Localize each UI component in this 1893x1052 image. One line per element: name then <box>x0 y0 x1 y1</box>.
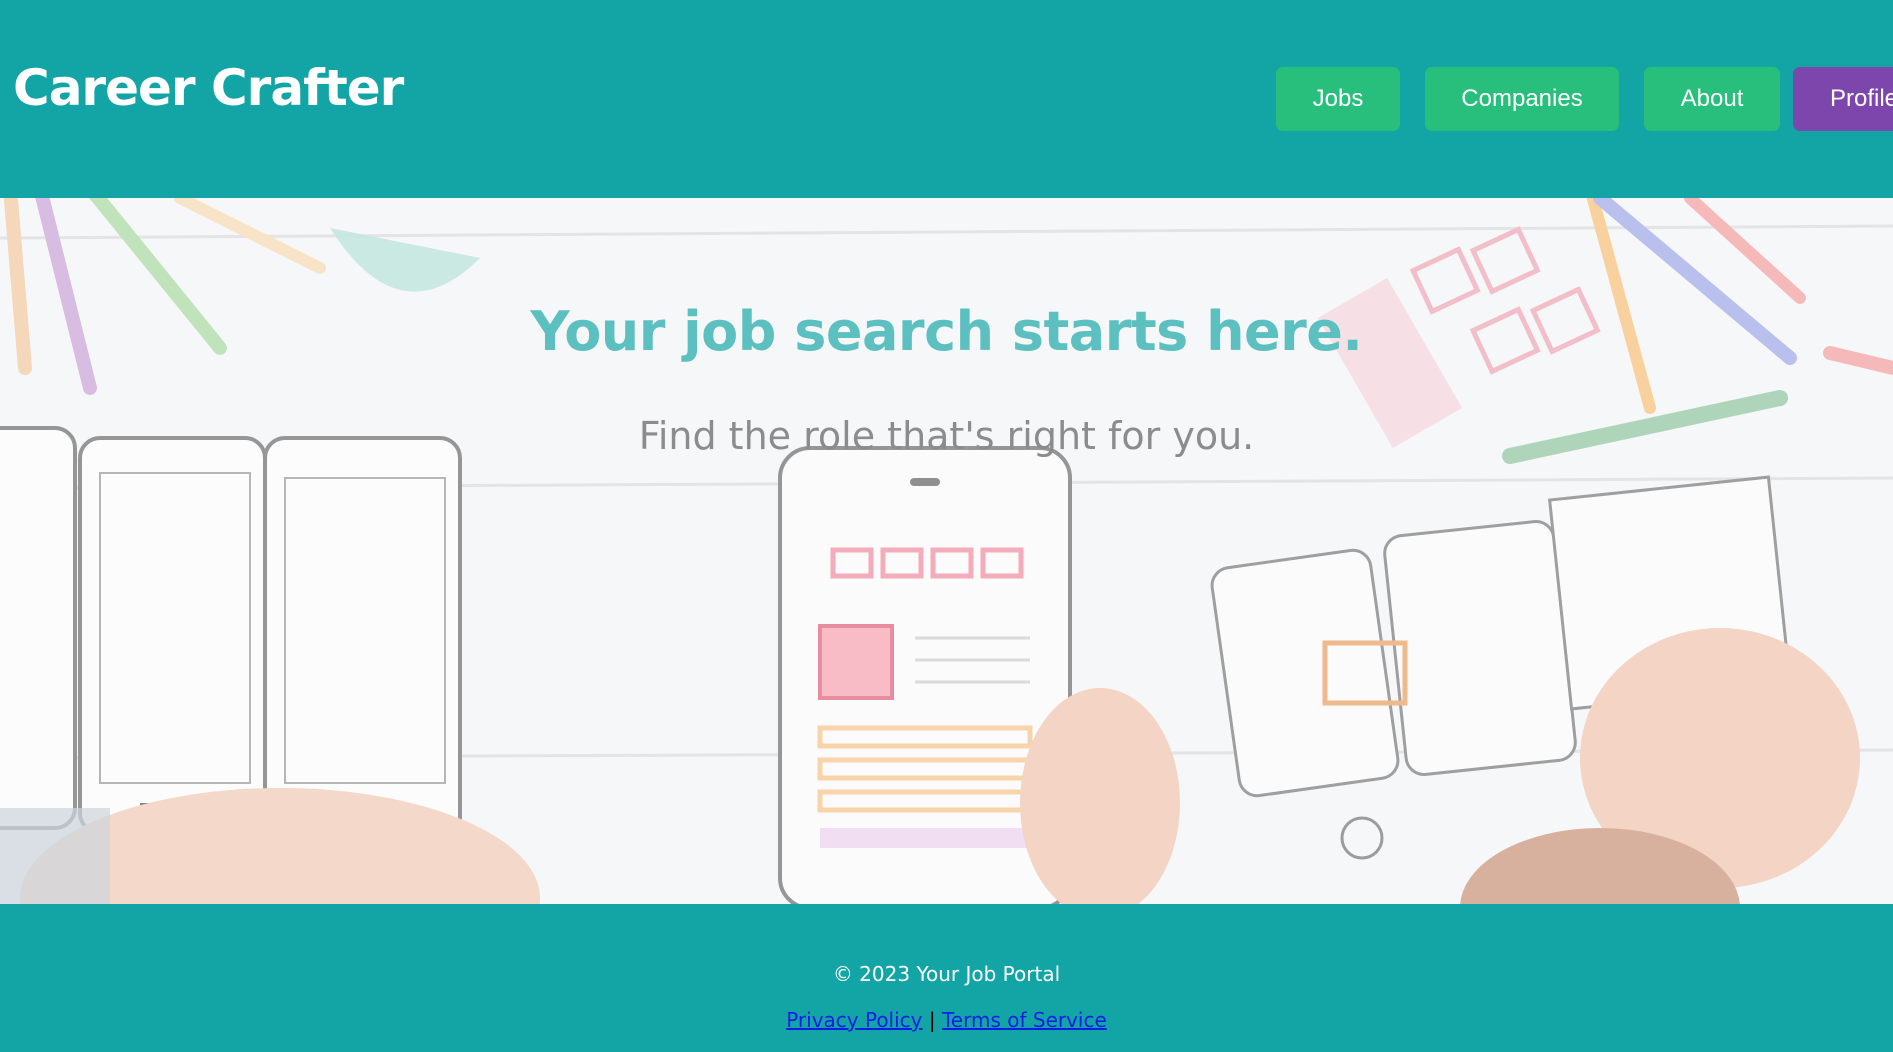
footer-links: Privacy Policy | Terms of Service <box>0 1006 1893 1034</box>
brand-logo[interactable]: Career Crafter <box>13 52 404 124</box>
nav-profile-button[interactable]: Profile <box>1793 67 1893 131</box>
footer-separator: | <box>928 1008 936 1032</box>
site-footer: © 2023 Your Job Portal Privacy Policy | … <box>0 904 1893 1052</box>
copyright-text: © 2023 Your Job Portal <box>832 962 1061 986</box>
nav-about-button[interactable]: About <box>1644 67 1780 131</box>
privacy-policy-link[interactable]: Privacy Policy <box>786 1008 922 1032</box>
hero-section: Your job search starts here. Find the ro… <box>0 198 1893 904</box>
hero-title: Your job search starts here. <box>530 300 1363 363</box>
site-header: Career Crafter Jobs Companies About Prof… <box>0 0 1893 198</box>
hero-subtitle: Find the role that's right for you. <box>638 414 1255 458</box>
nav-companies-button[interactable]: Companies <box>1425 67 1619 131</box>
terms-of-service-link[interactable]: Terms of Service <box>942 1008 1107 1032</box>
nav-jobs-button[interactable]: Jobs <box>1276 67 1400 131</box>
